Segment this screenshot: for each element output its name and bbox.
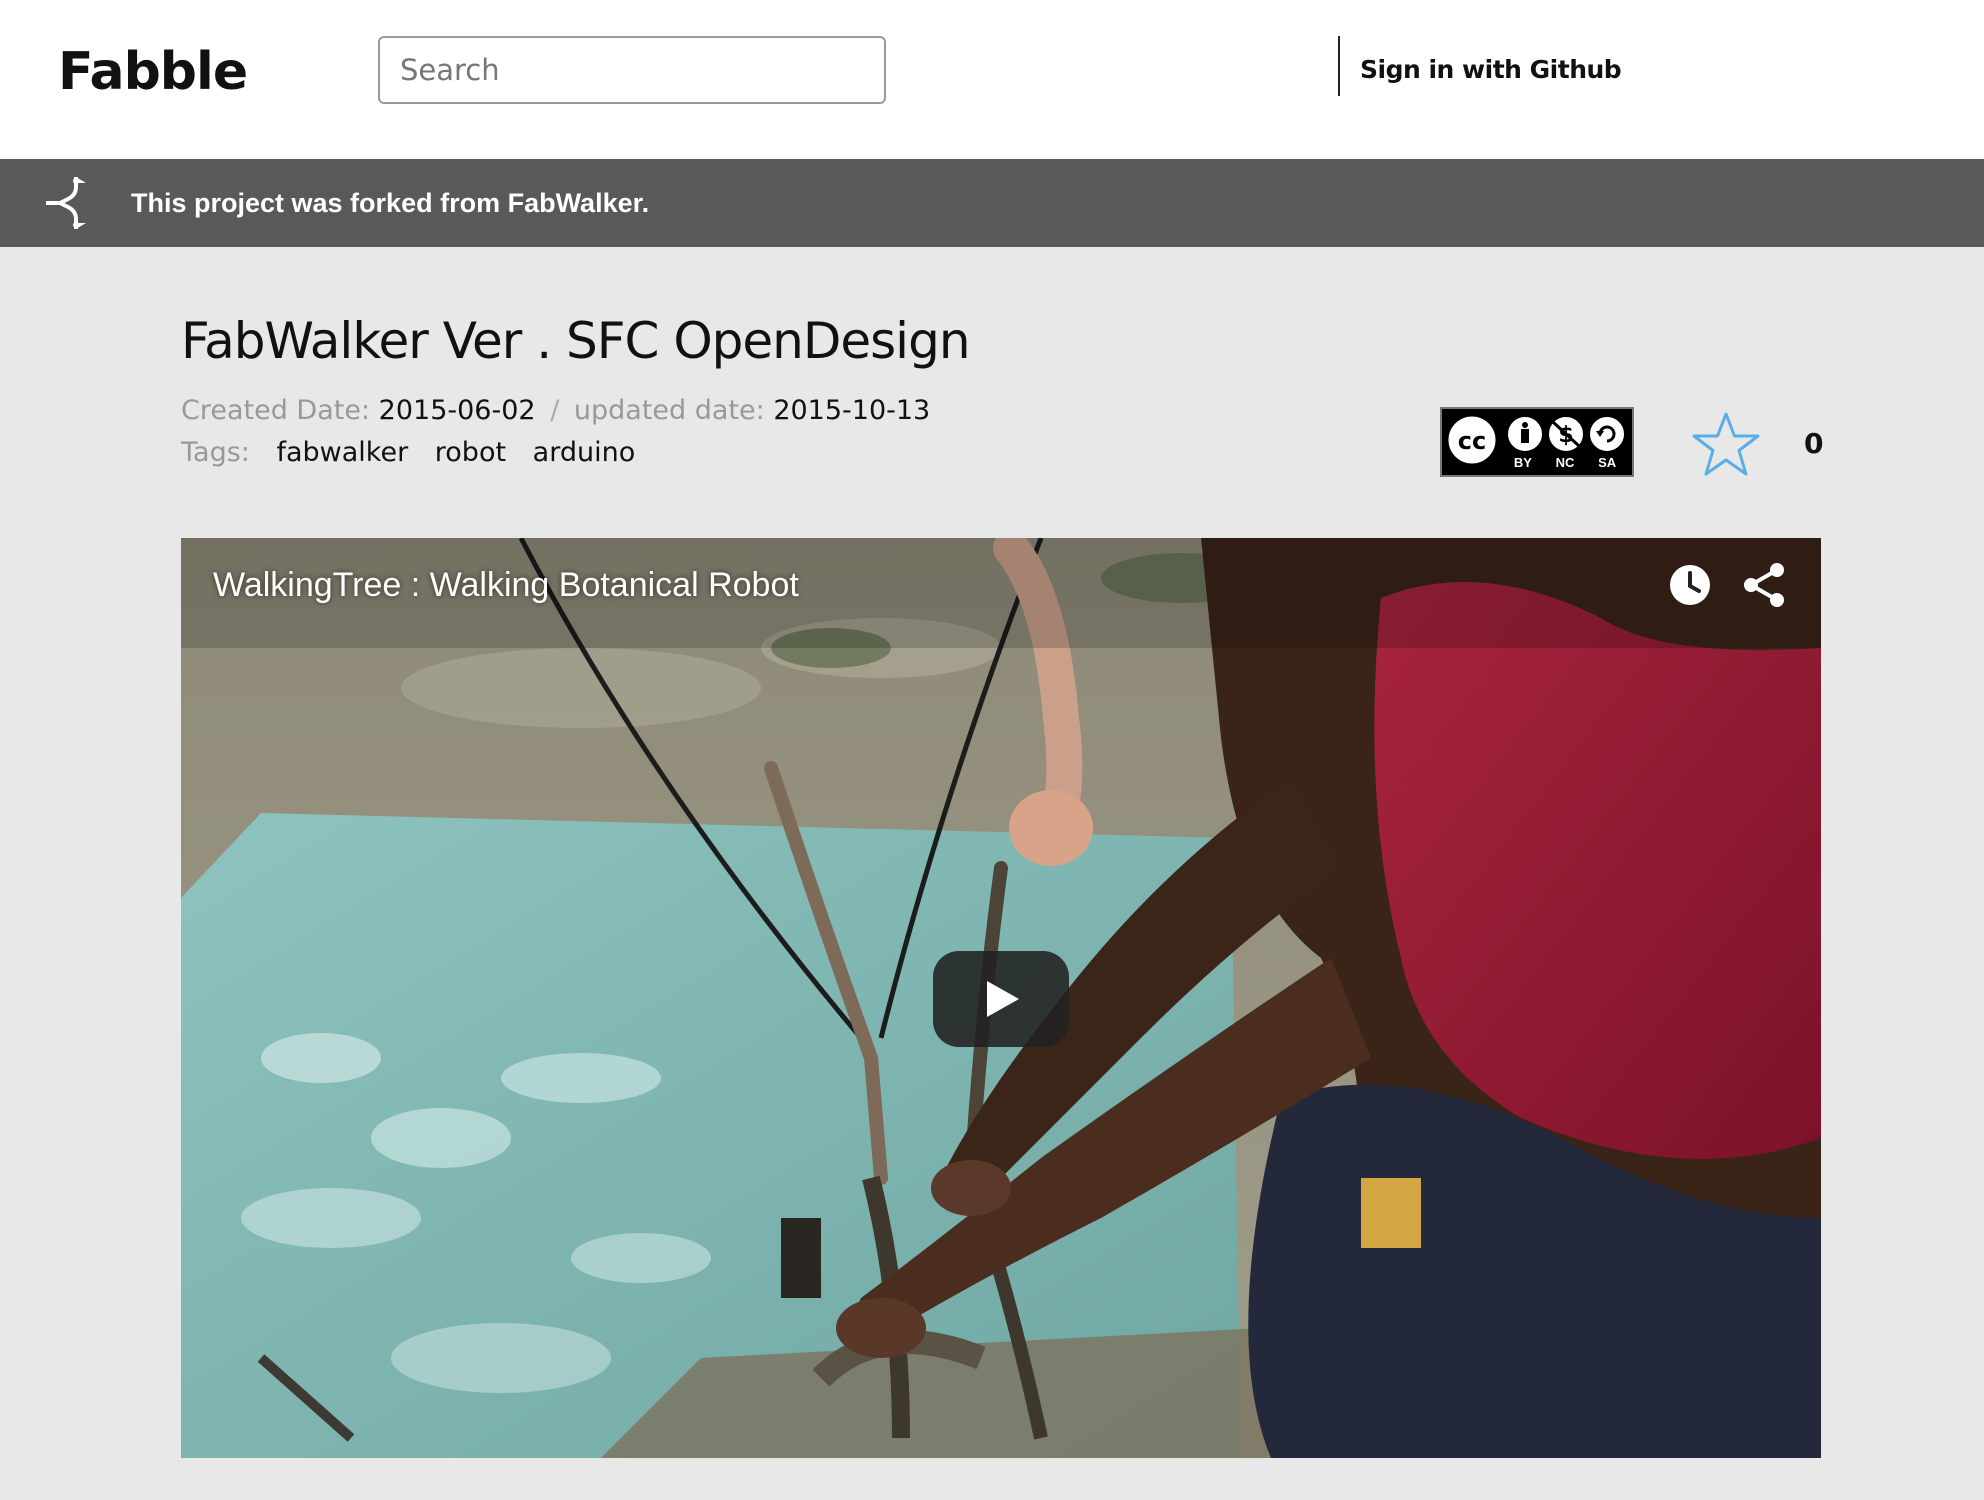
license-by-label: BY xyxy=(1513,455,1532,470)
fork-banner-text: This project was forked from FabWalker. xyxy=(131,188,650,218)
header-divider xyxy=(1338,36,1340,96)
svg-text:cc: cc xyxy=(1458,427,1486,455)
created-date-value: 2015-06-02 xyxy=(378,395,536,426)
fabble-logo[interactable]: Fabble xyxy=(58,42,248,102)
fork-icon xyxy=(46,177,86,229)
sign-in-github-link[interactable]: Sign in with Github xyxy=(1360,55,1622,84)
updated-date-value: 2015-10-13 xyxy=(773,395,931,426)
share-icon[interactable] xyxy=(1741,561,1787,609)
project-title: FabWalker Ver . SFC OpenDesign xyxy=(181,312,971,370)
site-header: Fabble Sign in with Github xyxy=(0,0,1984,159)
license-sa-label: SA xyxy=(1598,455,1617,470)
fork-banner: This project was forked from FabWalker. xyxy=(0,159,1984,247)
created-date-label: Created Date: xyxy=(181,395,371,426)
project-tags: Tags: fabwalker robot arduino xyxy=(181,437,635,468)
updated-date-label: updated date: xyxy=(573,395,765,426)
project-dates: Created Date: 2015-06-02 / updated date:… xyxy=(181,395,930,426)
date-separator: / xyxy=(550,395,560,426)
tags-label: Tags: xyxy=(181,437,250,468)
tag-robot[interactable]: robot xyxy=(435,437,506,468)
tag-arduino[interactable]: arduino xyxy=(533,437,636,468)
video-title[interactable]: WalkingTree : Walking Botanical Robot xyxy=(213,566,799,605)
star-icon[interactable] xyxy=(1690,410,1762,478)
search-input[interactable] xyxy=(378,36,886,104)
play-icon[interactable] xyxy=(933,951,1069,1047)
cc-license-badge[interactable]: cc $ BY NC SA xyxy=(1440,407,1634,477)
star-count: 0 xyxy=(1804,427,1824,460)
tag-fabwalker[interactable]: fabwalker xyxy=(276,437,408,468)
video-player[interactable]: WalkingTree : Walking Botanical Robot xyxy=(181,538,1821,1458)
clock-icon[interactable] xyxy=(1668,563,1712,607)
license-nc-label: NC xyxy=(1555,455,1575,470)
